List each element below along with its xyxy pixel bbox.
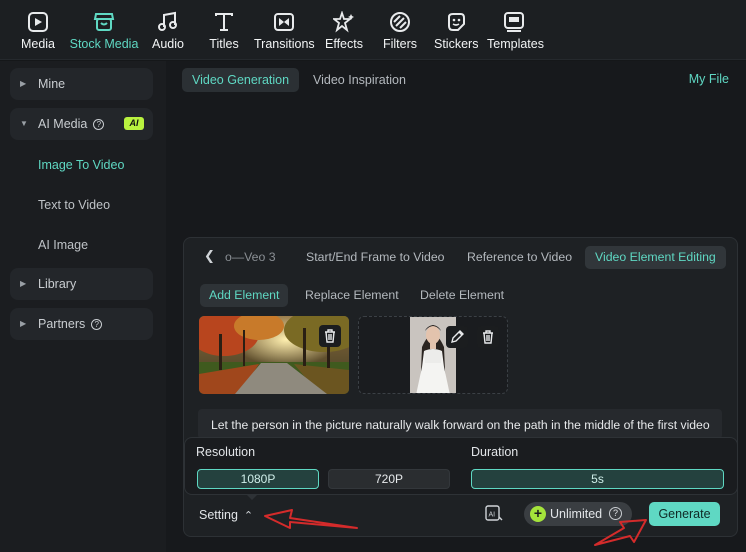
sidebar-item-image-to-video[interactable]: Image To Video: [38, 158, 124, 172]
svg-text:AI: AI: [489, 512, 496, 519]
resolution-720p-option[interactable]: 720P: [328, 469, 450, 489]
help-icon[interactable]: ?: [93, 119, 105, 130]
plus-icon: +: [530, 506, 546, 522]
toolbar-stickers[interactable]: Stickers: [434, 0, 478, 60]
ai-badge: AI: [124, 117, 144, 130]
sidebar-item-library[interactable]: ▶ Library: [10, 268, 153, 300]
tab-start-end-frame[interactable]: Start/End Frame to Video: [296, 246, 455, 269]
delete-element-button[interactable]: [477, 326, 499, 348]
chevron-left-icon[interactable]: ❮: [204, 248, 215, 264]
tab-add-element[interactable]: Add Element: [200, 284, 289, 307]
toolbar-audio[interactable]: Audio: [148, 0, 188, 60]
generate-button[interactable]: Generate: [649, 502, 720, 526]
sidebar-item-mine[interactable]: ▶ Mine: [10, 68, 153, 100]
sidebar-item-partners[interactable]: ▶ Partners?: [10, 308, 153, 340]
transitions-icon: [274, 13, 294, 31]
toolbar-media[interactable]: Media: [18, 0, 58, 60]
toolbar-stock-media[interactable]: Stock Media: [68, 0, 140, 60]
top-toolbar: Media Stock Media Audio Titles Transitio…: [0, 0, 746, 60]
tab-delete-element[interactable]: Delete Element: [411, 284, 513, 307]
audio-icon: [158, 11, 177, 31]
toolbar-titles[interactable]: Titles: [204, 0, 244, 60]
sidebar-item-text-to-video[interactable]: Text to Video: [38, 198, 110, 212]
popover-pointer: [246, 494, 258, 500]
my-file-link[interactable]: My File: [689, 72, 729, 86]
trash-icon: [325, 329, 335, 343]
ai-enhance-icon[interactable]: AI: [484, 503, 504, 523]
resolution-label: Resolution: [196, 445, 256, 459]
help-icon[interactable]: ?: [609, 507, 622, 520]
chevron-up-icon: ⌃: [243, 510, 254, 522]
sidebar-item-ai-image[interactable]: AI Image: [38, 238, 88, 252]
sidebar-item-ai-media[interactable]: ▼ AI Media? AI: [10, 108, 153, 140]
help-icon[interactable]: ?: [91, 319, 103, 330]
setting-toggle[interactable]: Setting ⌃: [199, 508, 253, 522]
titles-icon: [215, 13, 233, 31]
tab-video-generation[interactable]: Video Generation: [182, 68, 300, 92]
source-video-thumbnail[interactable]: [199, 316, 349, 394]
toolbar-transitions[interactable]: Transitions: [254, 0, 315, 60]
duration-5s-option[interactable]: 5s: [471, 469, 724, 489]
toolbar-filters[interactable]: Filters: [380, 0, 420, 60]
duration-label: Duration: [471, 445, 519, 459]
sidebar: ▶ Mine ▼ AI Media? AI Image To Video Tex…: [0, 61, 166, 552]
trash-icon: [483, 330, 493, 344]
element-image-slot[interactable]: [358, 316, 508, 394]
credits-badge[interactable]: + Unlimited ?: [524, 502, 632, 526]
tab-video-inspiration[interactable]: Video Inspiration: [303, 68, 416, 92]
tab-reference-to-video[interactable]: Reference to Video: [457, 246, 582, 269]
toolbar-templates[interactable]: Templates: [487, 0, 544, 60]
edit-element-button[interactable]: [446, 326, 468, 348]
stickers-icon: [448, 13, 465, 31]
caret-right-icon: ▶: [20, 79, 27, 88]
templates-icon: [504, 12, 524, 32]
effects-icon: [333, 11, 354, 33]
caret-right-icon: ▶: [20, 279, 27, 288]
delete-source-button[interactable]: [319, 325, 341, 347]
filters-icon: [390, 12, 410, 32]
caret-right-icon: ▶: [20, 319, 27, 328]
caret-down-icon: ▼: [20, 119, 28, 128]
tab-veo3[interactable]: o—Veo 3: [215, 246, 286, 269]
stock-media-icon: [93, 13, 115, 31]
tab-replace-element[interactable]: Replace Element: [296, 284, 408, 307]
pencil-icon: [451, 330, 464, 343]
resolution-1080p-option[interactable]: 1080P: [197, 469, 319, 489]
toolbar-effects[interactable]: Effects: [323, 0, 365, 60]
prompt-textarea[interactable]: Let the person in the picture naturally …: [198, 409, 722, 439]
tab-video-element-editing[interactable]: Video Element Editing: [585, 246, 726, 269]
media-icon: [28, 12, 48, 32]
